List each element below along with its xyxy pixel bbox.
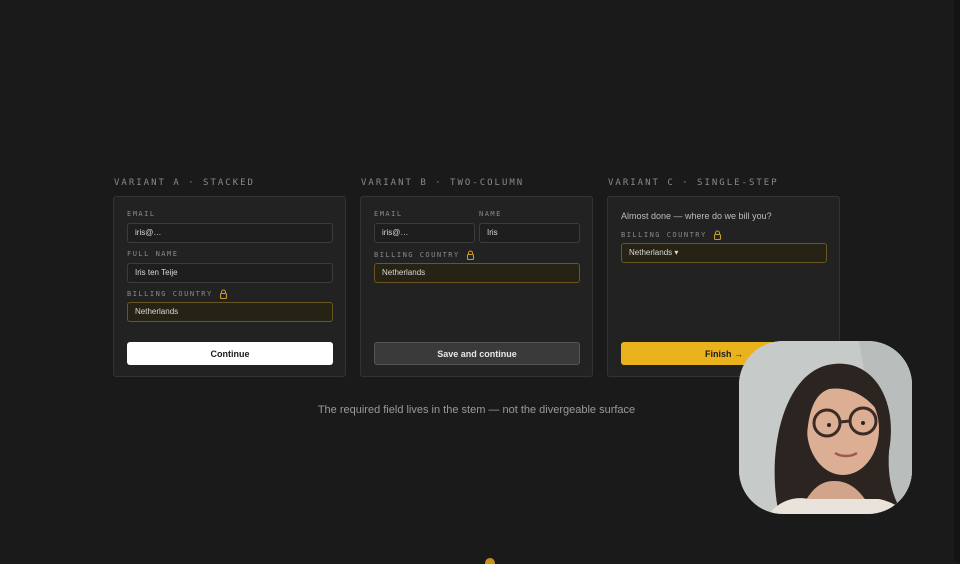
lock-icon bbox=[466, 250, 475, 261]
accent-dot bbox=[485, 558, 495, 564]
save-and-continue-button[interactable]: Save and continue bbox=[374, 342, 580, 365]
billing-country-label-text: BILLING COUNTRY bbox=[374, 251, 460, 259]
billing-country-label: BILLING COUNTRY bbox=[374, 250, 475, 261]
variant-a-card: EMAIL iris@… FULL NAME Iris ten Teije BI… bbox=[113, 196, 346, 377]
email-field[interactable]: iris@… bbox=[374, 223, 475, 243]
continue-button[interactable]: Continue bbox=[127, 342, 333, 365]
variant-c-label: VARIANT C · SINGLE-STEP bbox=[608, 178, 779, 188]
billing-country-field[interactable]: Netherlands bbox=[374, 263, 580, 283]
variant-b-label: VARIANT B · TWO-COLUMN bbox=[361, 178, 525, 188]
email-label: EMAIL bbox=[374, 210, 403, 218]
full-name-label: FULL NAME bbox=[127, 250, 179, 258]
question-text: Almost done — where do we bill you? bbox=[621, 211, 772, 221]
webcam-presenter bbox=[739, 341, 912, 514]
name-field[interactable]: Iris bbox=[479, 223, 580, 243]
billing-country-field[interactable]: Netherlands bbox=[127, 302, 333, 322]
billing-country-label-text: BILLING COUNTRY bbox=[127, 290, 213, 298]
email-label: EMAIL bbox=[127, 210, 156, 218]
window-edge bbox=[954, 0, 960, 562]
name-label: NAME bbox=[479, 210, 502, 218]
variant-b-card: EMAIL iris@… NAME Iris BILLING COUNTRY N… bbox=[360, 196, 593, 377]
billing-country-label-text: BILLING COUNTRY bbox=[621, 231, 707, 239]
email-field[interactable]: iris@… bbox=[127, 223, 333, 243]
lock-icon bbox=[219, 289, 228, 300]
presenter-illustration bbox=[739, 341, 912, 514]
lock-icon bbox=[713, 230, 722, 241]
billing-country-dropdown[interactable]: Netherlands ▾ bbox=[621, 243, 827, 263]
variant-a-label: VARIANT A · STACKED bbox=[114, 178, 255, 188]
billing-country-label: BILLING COUNTRY bbox=[127, 289, 228, 300]
full-name-field[interactable]: Iris ten Teije bbox=[127, 263, 333, 283]
billing-country-label: BILLING COUNTRY bbox=[621, 230, 722, 241]
